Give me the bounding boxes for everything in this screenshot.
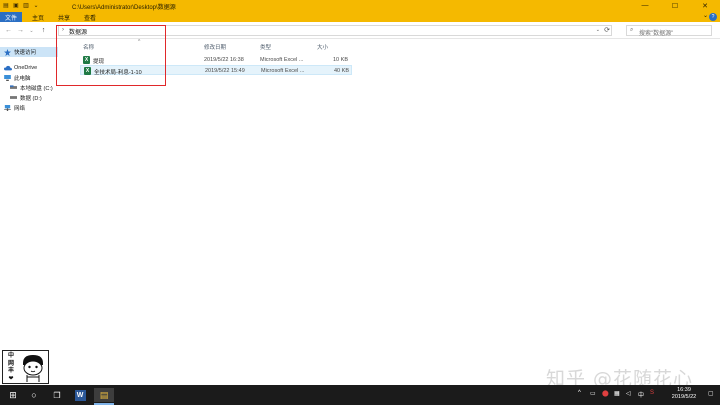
drive-icon [10, 85, 17, 91]
system-clock[interactable]: 16:39 2019/5/22 [662, 387, 706, 401]
notification-icon[interactable]: ▢ [708, 390, 714, 397]
nav-item-label: 数据 (D:) [20, 96, 42, 102]
address-dropdown-icon[interactable]: ⌄ [596, 27, 600, 33]
back-button[interactable]: ← [4, 26, 13, 35]
input-method-icon[interactable]: S [650, 390, 654, 396]
tab-file[interactable]: 文件 [0, 12, 22, 22]
quick-access-chevron-icon[interactable]: ⌄ [32, 1, 40, 10]
search-placeholder: 搜索"数据源" [639, 31, 674, 37]
nav-item-onedrive[interactable]: OneDrive [0, 63, 58, 73]
nav-item-quick-access[interactable]: 快速访问 [0, 47, 58, 57]
column-header-size[interactable]: 大小 [317, 43, 328, 51]
maximize-button[interactable]: ☐ [660, 0, 690, 11]
nav-item-drive-c[interactable]: 本地磁盘 (C:) [0, 83, 58, 93]
word-app-icon[interactable]: W [73, 388, 87, 402]
refresh-icon[interactable]: ⟳ [604, 26, 610, 34]
nav-item-label: 本地磁盘 (C:) [20, 86, 53, 92]
network-icon [4, 105, 11, 111]
cartoon-sticker: 中 网 丰 ❤ [2, 350, 49, 384]
window-title: C:\Users\Administrator\Desktop\数据源 [72, 5, 176, 11]
forward-button[interactable]: → [16, 26, 25, 35]
nav-item-label: 快速访问 [14, 50, 37, 56]
file-type: Microsoft Excel ... [261, 68, 305, 74]
nav-item-network[interactable]: 网络 [0, 103, 58, 113]
clock-time: 16:39 [677, 387, 691, 393]
minimize-button[interactable]: — [630, 0, 660, 11]
file-size: 40 KB [334, 68, 349, 74]
sticker-text: 中 网 丰 ❤ [7, 353, 14, 382]
tray-overflow-icon[interactable]: ^ [578, 390, 581, 396]
volume-icon[interactable]: ◁ [626, 390, 631, 397]
file-type: Microsoft Excel ... [260, 57, 304, 63]
nav-item-label: 网络 [14, 106, 26, 112]
task-view-button[interactable]: ❐ [50, 388, 64, 402]
battery-icon[interactable]: ▭ [590, 390, 596, 397]
cartoon-face-icon [23, 355, 43, 382]
help-icon[interactable]: ? [709, 13, 717, 21]
column-header-type[interactable]: 类型 [260, 43, 271, 51]
tab-share[interactable]: 共享 [54, 12, 74, 22]
explorer-screen: ▤ ▣ ▥ ⌄ C:\Users\Administrator\Desktop\数… [0, 0, 720, 405]
nav-item-this-pc[interactable]: 此电脑 [0, 73, 58, 83]
star-icon [4, 49, 11, 56]
start-button[interactable]: ⊞ [6, 388, 20, 402]
up-button[interactable]: ↑ [39, 26, 48, 35]
network-tray-icon[interactable]: ▦ [614, 390, 620, 397]
cloud-icon [4, 65, 12, 71]
quick-access-properties-icon[interactable]: ▣ [12, 1, 20, 10]
search-icon: ⌕ [630, 27, 634, 33]
close-button[interactable]: ✕ [690, 0, 720, 11]
title-bar: ▤ ▣ ▥ ⌄ C:\Users\Administrator\Desktop\数… [0, 0, 720, 11]
file-modified: 2019/5/22 15:49 [205, 68, 245, 74]
nav-item-label: 此电脑 [14, 76, 31, 82]
column-header-modified[interactable]: 修改日期 [204, 43, 226, 51]
recent-locations-button[interactable]: ⌄ [27, 26, 36, 35]
drive-icon [10, 95, 17, 101]
clock-date: 2019/5/22 [671, 394, 697, 400]
nav-item-drive-d[interactable]: 数据 (D:) [0, 93, 58, 103]
file-modified: 2019/5/22 16:38 [204, 57, 244, 63]
tab-view[interactable]: 查看 [80, 12, 100, 22]
antivirus-icon[interactable]: ⬤ [602, 390, 609, 397]
quick-access-folder-icon[interactable]: ▥ [22, 1, 30, 10]
ribbon-expand-icon[interactable]: ⌄ [703, 12, 708, 19]
search-box[interactable]: ⌕ 搜索"数据源" [626, 25, 712, 37]
taskbar: ⊞ ○ ❐ W ▤ ^ ▭ ⬤ ▦ ◁ 中 S 16:39 2019/5/22 … [0, 385, 720, 405]
file-size: 10 KB [333, 57, 348, 63]
nav-item-label: OneDrive [14, 65, 38, 71]
computer-icon [4, 75, 11, 81]
file-explorer-app-icon[interactable]: ▤ [94, 388, 114, 405]
folder-icon[interactable]: ▤ [2, 1, 10, 10]
red-highlight-box [56, 25, 166, 86]
tab-home[interactable]: 主页 [28, 12, 48, 22]
ribbon-tabs: 文件 主页 共享 查看 ⌄ ? [0, 11, 720, 22]
navigation-pane: 快速访问 OneDrive 此电脑 本地磁盘 (C:) 数据 (D:) 网络 [0, 39, 58, 378]
ime-indicator[interactable]: 中 [638, 390, 644, 399]
search-button[interactable]: ○ [27, 388, 41, 402]
